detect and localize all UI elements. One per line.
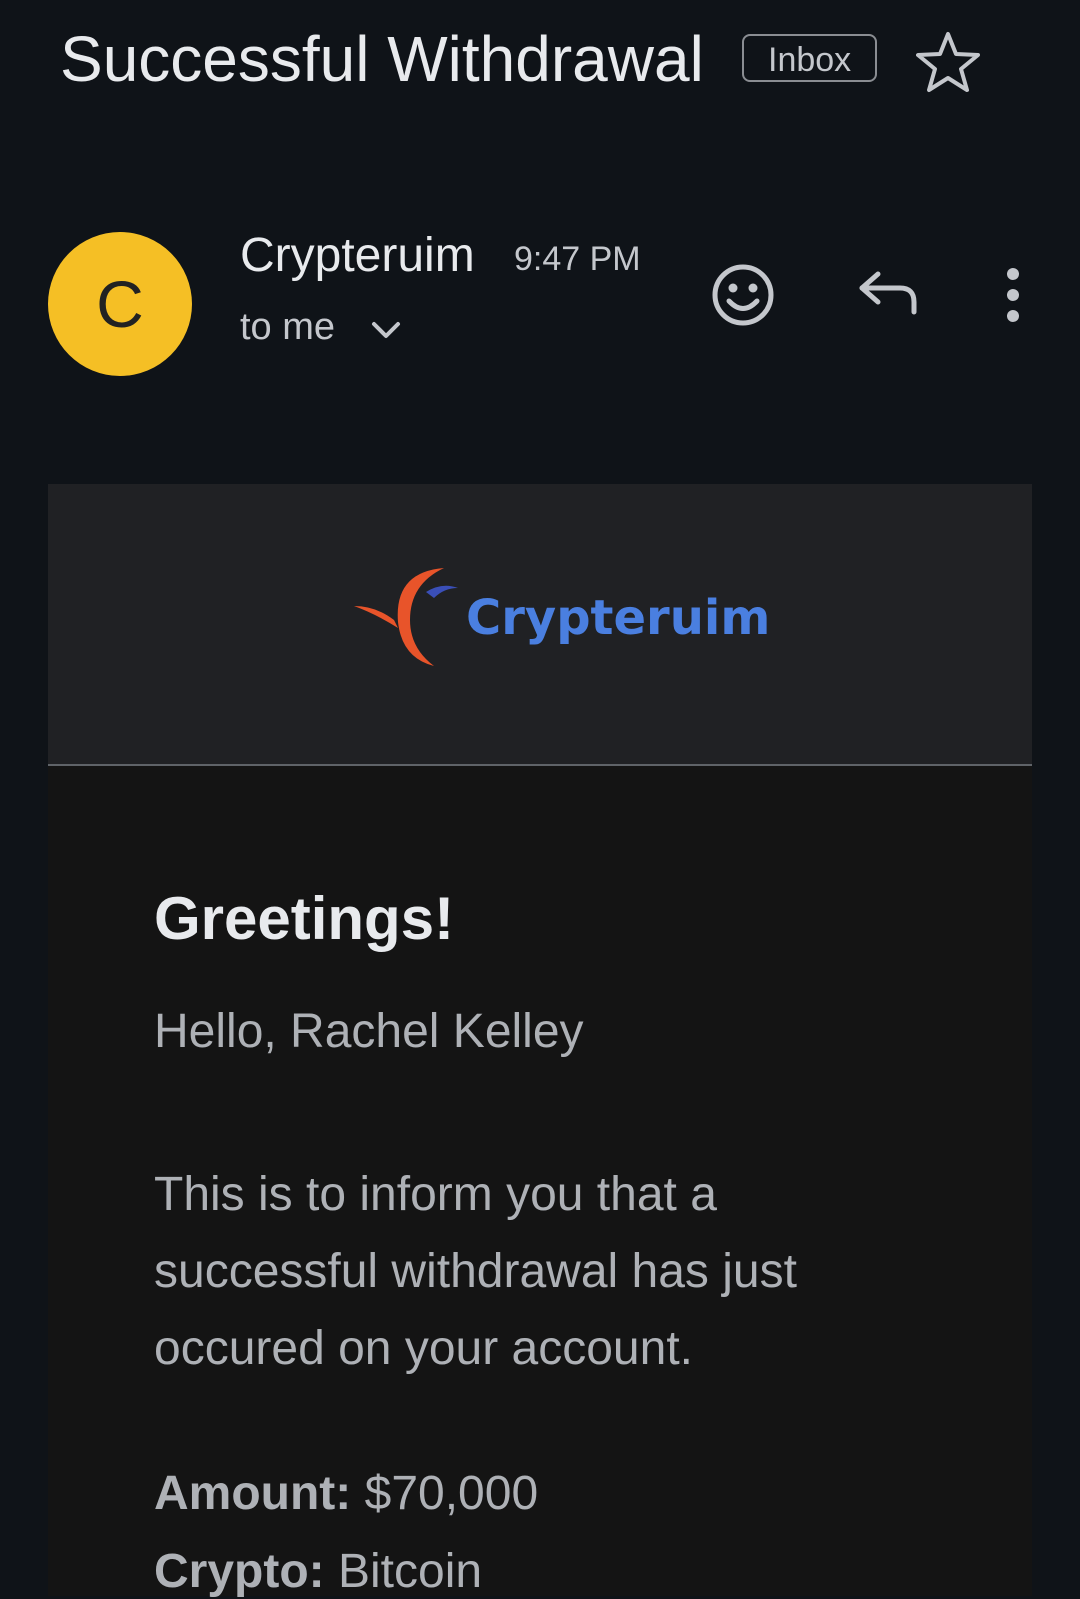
email-subject: Successful Withdrawal xyxy=(60,23,704,95)
email-logo-banner: Crypteruim xyxy=(48,484,1032,766)
message-paragraph: This is to inform you that a successful … xyxy=(154,1168,797,1375)
more-vertical-icon[interactable] xyxy=(996,266,1030,324)
chevron-down-icon[interactable] xyxy=(368,316,404,344)
smiley-icon[interactable] xyxy=(710,262,776,328)
detail-crypto: Crypto: Bitcoin xyxy=(154,1544,482,1599)
logo-swoosh-icon xyxy=(354,568,458,666)
detail-amount: Amount: $70,000 xyxy=(154,1466,538,1521)
detail-value: $70,000 xyxy=(364,1467,539,1520)
inbox-label-badge[interactable]: Inbox xyxy=(742,34,878,82)
crypteruim-logo: Crypteruim xyxy=(354,562,770,672)
email-body: Greetings! Hello, Rachel Kelley This is … xyxy=(48,766,1032,1599)
detail-label: Amount: xyxy=(154,1467,352,1520)
detail-value: Bitcoin xyxy=(338,1545,483,1598)
salutation: Hello, Rachel Kelley xyxy=(154,1005,584,1058)
reply-icon[interactable] xyxy=(858,268,920,320)
recipient-label[interactable]: to me xyxy=(240,306,335,349)
greeting-heading: Greetings! xyxy=(154,885,455,952)
email-subject-row: Successful Withdrawal Inbox xyxy=(60,20,1060,120)
avatar[interactable]: C xyxy=(48,232,192,376)
star-icon[interactable] xyxy=(916,30,980,94)
sent-time: 9:47 PM xyxy=(514,240,641,278)
logo-text: Crypteruim xyxy=(466,590,771,646)
sender-name[interactable]: Crypteruim xyxy=(240,228,475,283)
detail-label: Crypto: xyxy=(154,1545,325,1598)
